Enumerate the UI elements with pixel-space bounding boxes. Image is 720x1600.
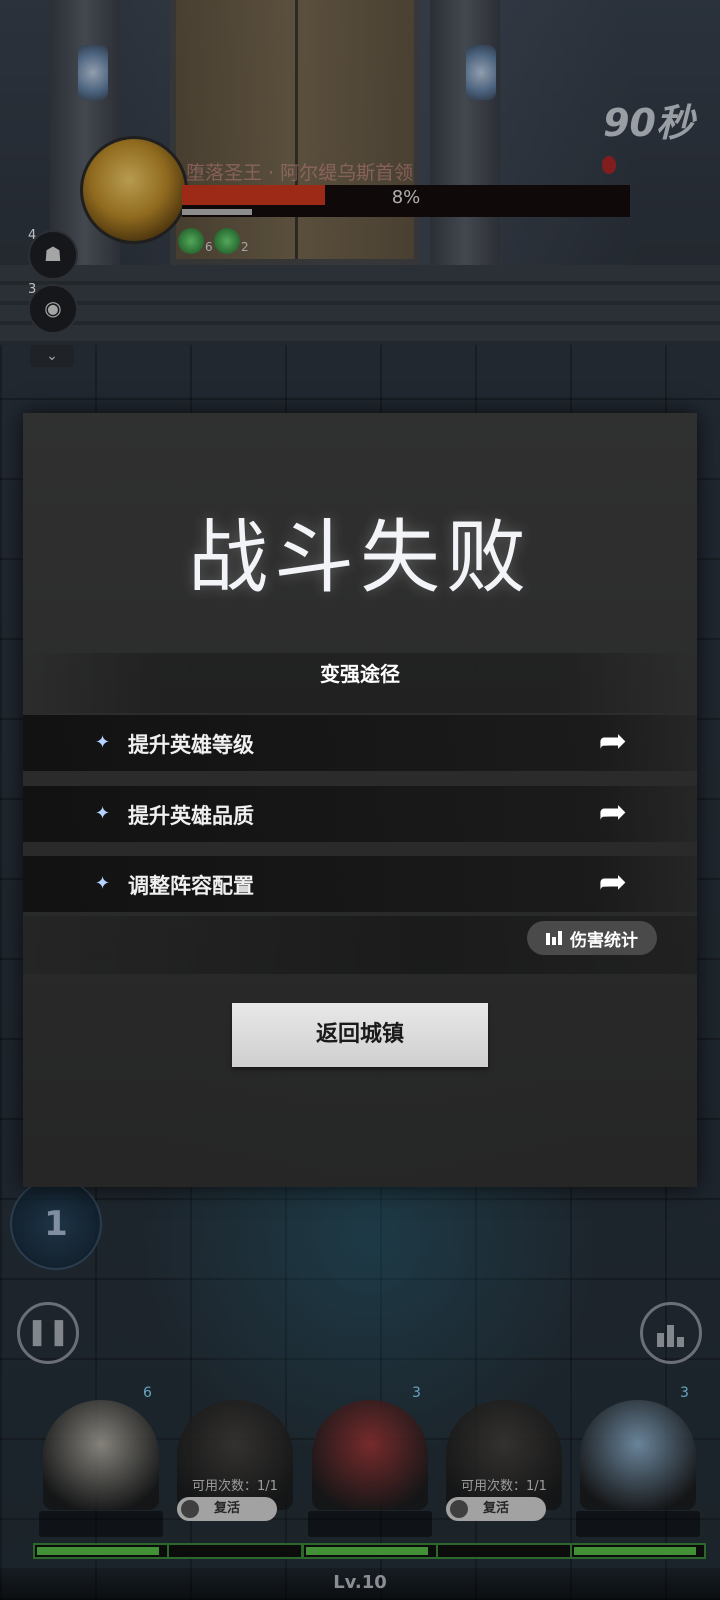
share-arrow-icon[interactable]: ➦ [599,721,628,761]
option-upgrade-level[interactable]: ✦ 提升英雄等级 ➦ [23,715,697,771]
defeat-title: 战斗失败 [188,511,532,604]
bar-chart-icon [546,931,564,945]
improvement-section-label: 变强途径 [23,653,697,713]
share-arrow-icon[interactable]: ➦ [599,792,628,832]
option-label: 提升英雄等级 [128,733,254,757]
sparkle-icon: ✦ [95,803,111,824]
option-upgrade-quality[interactable]: ✦ 提升英雄品质 ➦ [23,786,697,842]
sparkle-icon: ✦ [95,732,111,753]
option-adjust-lineup[interactable]: ✦ 调整阵容配置 ➦ [23,856,697,912]
damage-stats-label: 伤害统计 [570,930,638,951]
option-label: 提升英雄品质 [128,804,254,828]
sparkle-icon: ✦ [95,873,111,894]
defeat-dialog: 战斗失败 变强途径 ✦ 提升英雄等级 ➦ ✦ 提升英雄品质 ➦ ✦ 调整阵容配置… [23,413,697,1187]
return-to-town-button[interactable]: 返回城镇 [232,1003,488,1067]
damage-stats-button[interactable]: 伤害统计 [527,921,657,955]
option-label: 调整阵容配置 [128,874,254,898]
share-arrow-icon[interactable]: ➦ [599,862,628,902]
